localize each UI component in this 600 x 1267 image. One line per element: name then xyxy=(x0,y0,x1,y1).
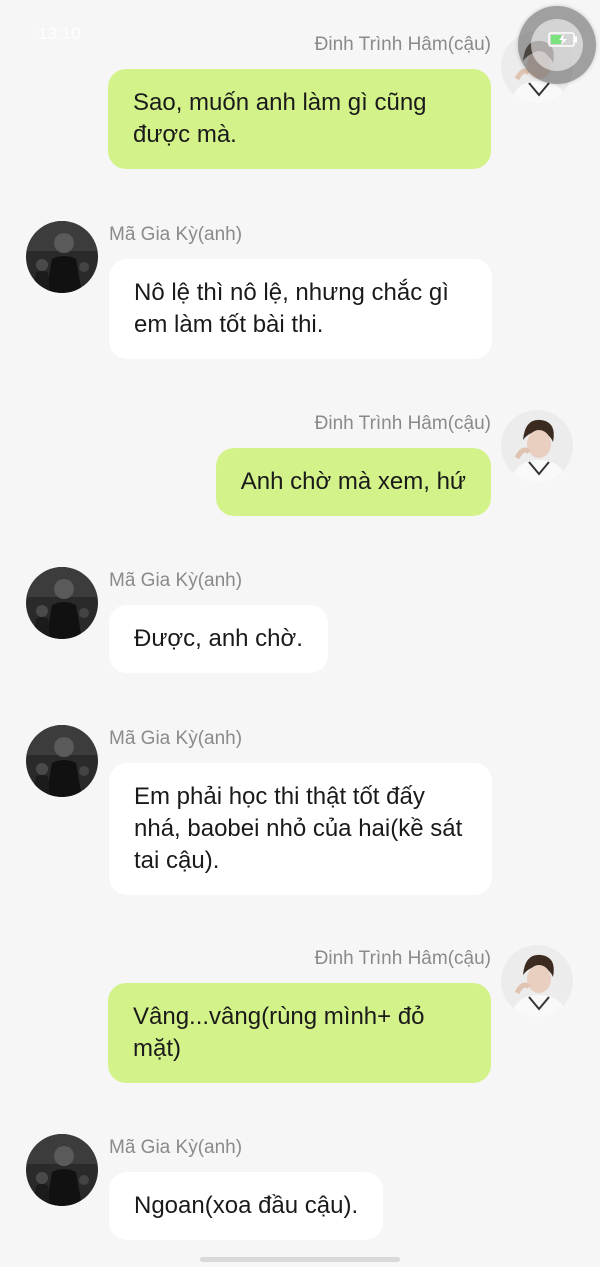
message-bubble[interactable]: Ngoan(xoa đầu cậu). xyxy=(109,1172,384,1240)
avatar[interactable] xyxy=(501,945,573,1017)
avatar[interactable] xyxy=(26,1134,98,1206)
message-bubble[interactable]: Được, anh chờ. xyxy=(109,605,328,673)
message-bubble[interactable]: Em phải học thi thật tốt đấy nhá, baobei… xyxy=(109,763,492,895)
message-bubble[interactable]: Nô lệ thì nô lệ, nhưng chắc gì em làm tố… xyxy=(109,259,492,359)
avatar[interactable] xyxy=(501,410,573,482)
avatar[interactable] xyxy=(26,221,98,293)
avatar[interactable] xyxy=(26,567,98,639)
sender-name: Mã Gia Kỳ(anh) xyxy=(109,570,243,591)
message-bubble[interactable]: Vâng...vâng(rùng mình+ đỏ mặt) xyxy=(108,983,491,1083)
message-bubble[interactable]: Sao, muốn anh làm gì cũng được mà. xyxy=(108,69,491,169)
home-indicator[interactable] xyxy=(200,1257,400,1262)
sender-name: Mã Gia Kỳ(anh) xyxy=(109,224,243,245)
sender-name: Đinh Trình Hâm(cậu) xyxy=(314,34,491,55)
sender-name: Đinh Trình Hâm(cậu) xyxy=(314,413,491,434)
sender-name: Đinh Trình Hâm(cậu) xyxy=(314,948,491,969)
avatar[interactable] xyxy=(26,725,98,797)
message-bubble[interactable]: Anh chờ mà xem, hứ xyxy=(215,448,491,516)
battery-charging-icon xyxy=(548,32,577,47)
sender-name: Mã Gia Kỳ(anh) xyxy=(109,1137,243,1158)
sender-name: Mã Gia Kỳ(anh) xyxy=(109,728,243,749)
status-time: 13:10 xyxy=(38,24,81,43)
